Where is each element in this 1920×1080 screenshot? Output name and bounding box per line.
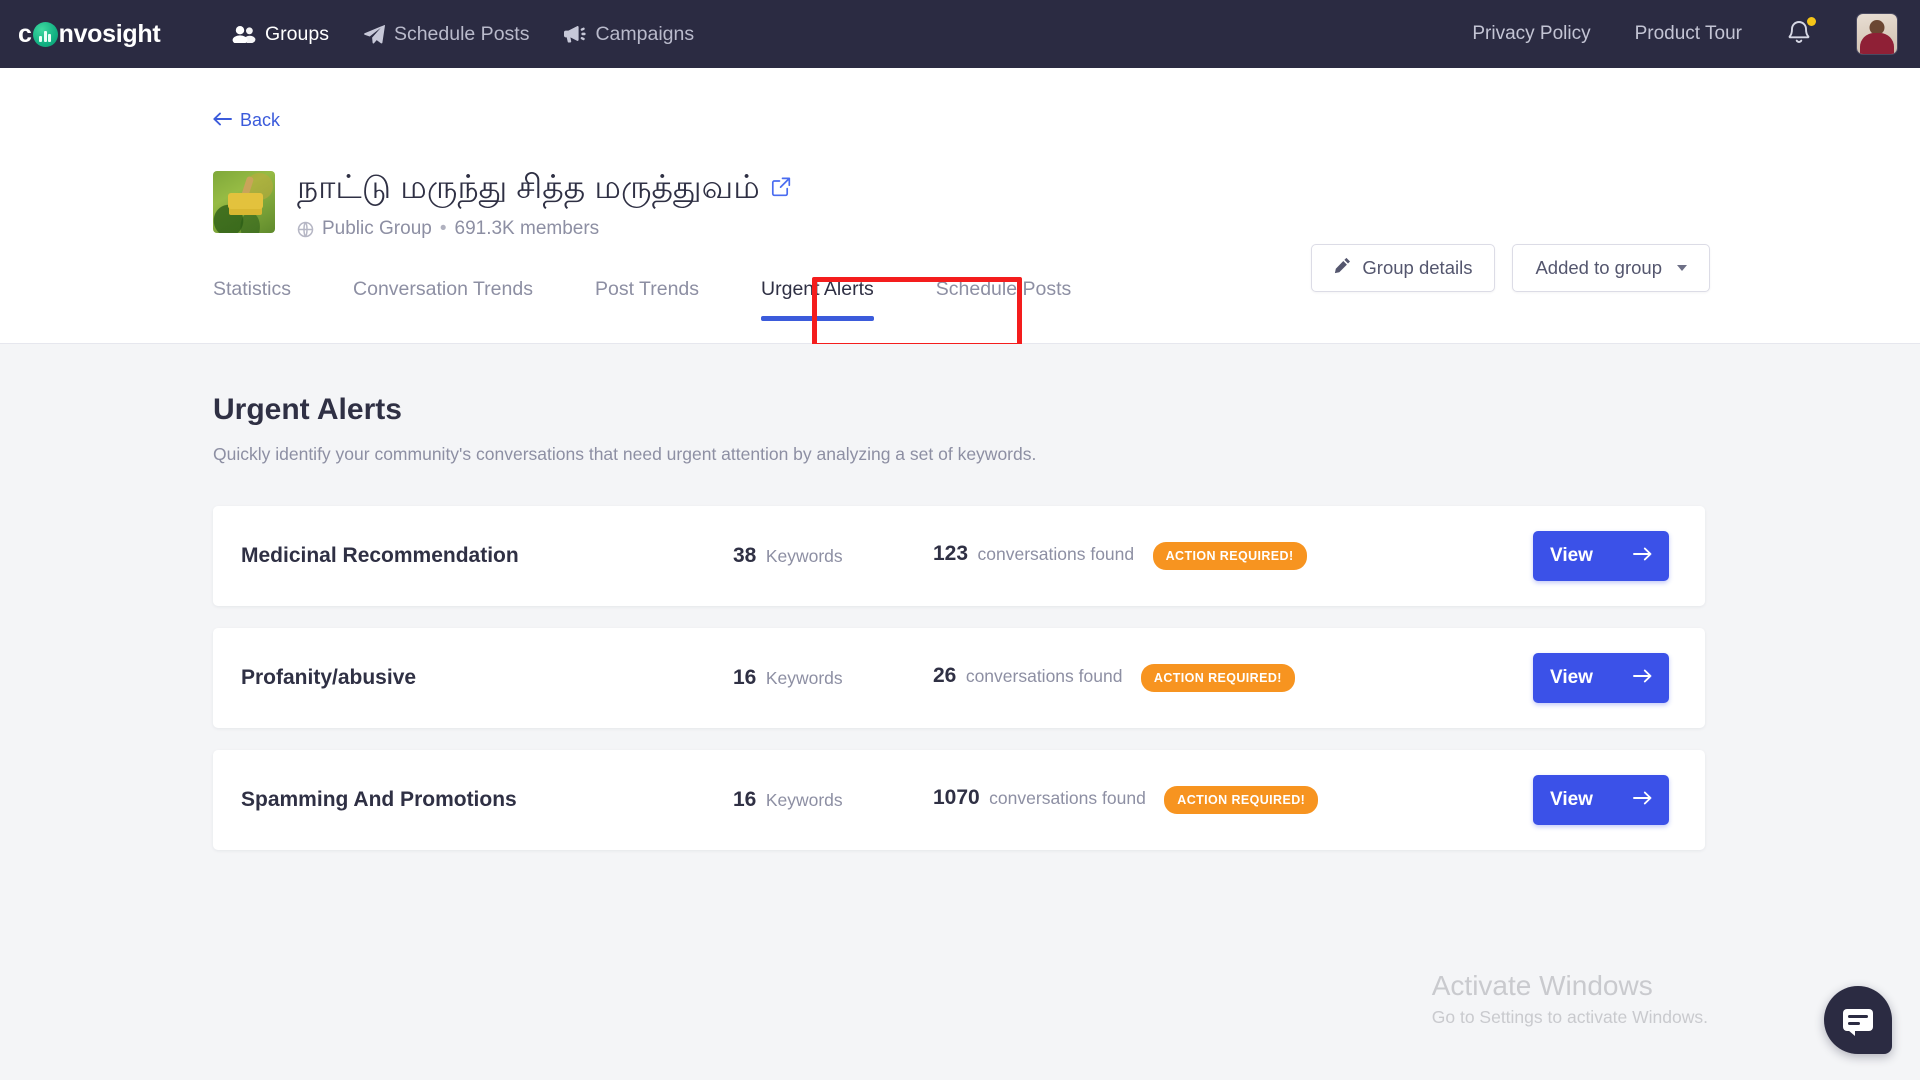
alert-keywords-count: 16 [733,788,757,811]
status-badge: ACTION REQUIRED! [1164,786,1319,814]
section-title: Urgent Alerts [213,393,402,426]
notifications-button[interactable] [1786,17,1816,50]
chevron-down-icon [1677,265,1687,271]
nav-link-product-tour[interactable]: Product Tour [1635,23,1742,45]
view-button-label: View [1550,545,1593,566]
arrow-right-icon [1633,789,1652,811]
status-badge: ACTION REQUIRED! [1152,542,1307,570]
alert-keywords: 16 Keywords [733,666,933,690]
nav-item-campaigns-label: Campaigns [595,22,695,45]
convosight-logo[interactable]: c nvosight [18,20,208,49]
alert-keywords: 38 Keywords [733,544,933,568]
watermark-subtitle: Go to Settings to activate Windows. [1431,1007,1708,1027]
arrow-left-icon [213,110,232,131]
tab-post-trends[interactable]: Post Trends [595,278,699,321]
alert-conversations: 26 conversations found ACTION REQUIRED! [933,664,1295,692]
arrow-right-icon [1633,545,1652,567]
alert-name: Profanity/abusive [241,666,417,689]
people-icon [232,25,256,43]
tab-schedule-posts[interactable]: Schedule Posts [936,278,1072,321]
watermark-title: Activate Windows [1431,970,1653,1001]
group-privacy-label: Public Group [322,218,432,240]
nav-item-groups[interactable]: Groups [230,17,331,52]
alert-conversations-unit: conversations found [977,544,1135,565]
alert-keywords-unit: Keywords [765,668,843,688]
windows-activation-watermark: Activate Windows Go to Settings to activ… [1432,968,1708,1028]
group-meta: Public Group • 691.3K members [297,218,792,240]
logo-text: c nvosight [18,19,161,49]
chat-bubble-icon [1843,1009,1873,1036]
alert-keywords: 16 Keywords [733,788,933,812]
urgent-alerts-panel: Urgent Alerts Quickly identify your comm… [0,344,1920,1080]
view-button-label: View [1550,789,1593,810]
group-title-block: நாட்டு மருந்து சித்த மருத்துவம் Public G… [297,166,792,240]
group-tabs: Statistics Conversation Trends Post Tren… [213,278,1133,321]
primary-nav: Groups Schedule Posts Campaigns [230,17,696,52]
alert-row: Profanity/abusive 16 Keywords 26 convers… [213,628,1705,728]
alert-conversations-count: 26 [933,664,957,688]
alert-conversations: 123 conversations found ACTION REQUIRED! [933,542,1307,570]
group-details-button[interactable]: Group details [1311,244,1496,292]
paper-plane-icon [363,24,385,44]
navbar-right-section: Privacy Policy Product Tour [1472,13,1898,55]
alert-conversations-unit: conversations found [965,666,1123,687]
alert-conversations-unit: conversations found [989,788,1146,809]
status-badge: ACTION REQUIRED! [1140,664,1295,692]
logo-bars-icon [32,21,58,47]
alert-name: Medicinal Recommendation [241,544,519,567]
view-button[interactable]: View [1533,775,1669,825]
user-avatar[interactable] [1856,13,1898,55]
alert-action-cell: View [1533,775,1705,825]
external-link-icon[interactable] [771,176,792,197]
logo-suffix: nvosight [58,19,161,48]
alert-keywords-count: 38 [733,544,757,567]
globe-icon [297,221,314,238]
view-button-label: View [1550,667,1593,688]
tab-urgent-alerts[interactable]: Urgent Alerts [761,278,874,321]
group-name: நாட்டு மருந்து சித்த மருத்துவம் [297,168,760,205]
group-identity-row: நாட்டு மருந்து சித்த மருத்துவம் Public G… [213,166,792,240]
section-subtitle: Quickly identify your community's conver… [213,444,1037,464]
alert-row: Spamming And Promotions 16 Keywords 1070… [213,750,1705,850]
alert-keywords-unit: Keywords [765,790,843,810]
alert-keywords-count: 16 [733,666,757,689]
notification-badge-dot [1807,17,1816,26]
added-to-group-button-label: Added to group [1535,257,1662,278]
tab-conversation-trends[interactable]: Conversation Trends [353,278,533,321]
back-button[interactable]: Back [213,110,280,131]
top-navbar: c nvosight Groups Schedule Posts Campaig… [0,0,1920,68]
nav-item-schedule-posts-label: Schedule Posts [393,22,530,45]
nav-item-groups-label: Groups [265,22,329,45]
group-header-actions: Group details Added to group [1311,244,1710,292]
tab-statistics[interactable]: Statistics [213,278,291,321]
alert-name: Spamming And Promotions [241,788,517,811]
logo-prefix: c [18,19,32,48]
alert-row: Medicinal Recommendation 38 Keywords 123… [213,506,1705,606]
alert-conversations: 1070 conversations found ACTION REQUIRED… [933,786,1319,814]
meta-separator: • [439,218,447,240]
alert-conversations-count: 123 [933,542,969,566]
page-title: நாட்டு மருந்து சித்த மருத்துவம் [297,166,792,207]
group-details-button-label: Group details [1362,257,1473,278]
megaphone-icon [563,25,587,43]
back-button-label: Back [240,110,281,130]
added-to-group-button[interactable]: Added to group [1512,244,1710,292]
alert-action-cell: View [1533,531,1705,581]
nav-item-schedule-posts[interactable]: Schedule Posts [361,17,532,52]
alert-action-cell: View [1533,653,1705,703]
alert-conversations-count: 1070 [933,786,980,810]
view-button[interactable]: View [1533,653,1669,703]
pencil-icon [1334,257,1351,279]
view-button[interactable]: View [1533,531,1669,581]
nav-link-privacy-policy[interactable]: Privacy Policy [1472,23,1590,45]
group-members-count: 691.3K members [454,218,600,240]
group-thumbnail [213,171,275,233]
alerts-list: Medicinal Recommendation 38 Keywords 123… [213,506,1705,872]
chat-support-button[interactable] [1824,986,1892,1054]
nav-item-campaigns[interactable]: Campaigns [561,17,696,52]
arrow-right-icon [1633,667,1652,689]
alert-keywords-unit: Keywords [765,546,843,566]
